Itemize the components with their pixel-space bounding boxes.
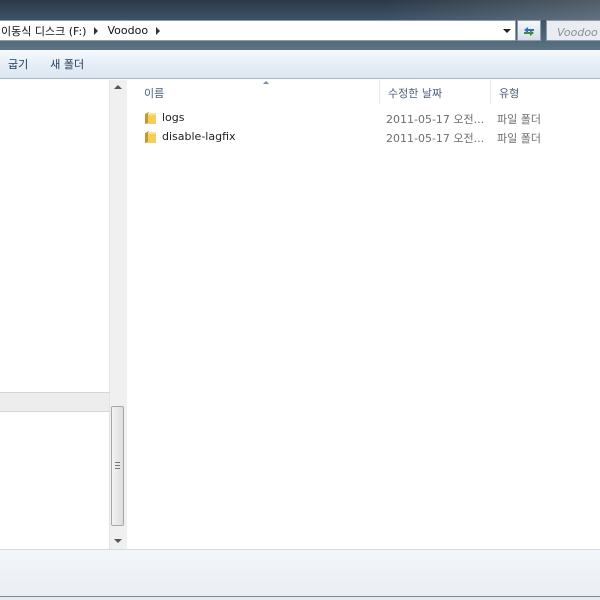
navigation-pane[interactable]: [0, 80, 110, 549]
folder-icon: [145, 131, 156, 143]
scroll-grip-icon: [115, 462, 120, 469]
file-type: 파일 폴더: [497, 113, 541, 126]
sort-ascending-icon: [263, 81, 269, 84]
nav-selected-item[interactable]: [0, 392, 110, 412]
file-list[interactable]: 이름 수정한 날짜 유형 logs 2011-05-17 오전... 파일 폴더…: [127, 80, 600, 549]
scroll-thumb[interactable]: [111, 406, 124, 526]
refresh-icon: [524, 26, 534, 36]
file-date-modified: 2011-05-17 오전...: [386, 132, 485, 145]
window-titlebar: 이동식 디스크 (F:) Voodoo Voodoo 검색: [0, 0, 600, 50]
command-bar: 굽기 새 폴더: [0, 50, 600, 79]
breadcrumb-chevron-icon[interactable]: [156, 26, 161, 35]
burn-button[interactable]: 굽기: [2, 53, 34, 75]
breadcrumb-chevron-icon[interactable]: [94, 26, 99, 35]
details-pane: [0, 549, 600, 600]
column-header-name[interactable]: 이름: [136, 80, 380, 104]
file-date-modified: 2011-05-17 오전...: [386, 113, 485, 126]
address-history-dropdown-icon[interactable]: [499, 21, 515, 40]
file-row-disable-lagfix[interactable]: disable-lagfix 2011-05-17 오전... 파일 폴더: [136, 128, 600, 147]
column-header-name-label: 이름: [144, 87, 165, 100]
file-row-logs[interactable]: logs 2011-05-17 오전... 파일 폴더: [136, 109, 600, 128]
breadcrumb-voodoo[interactable]: Voodoo: [106, 24, 148, 37]
file-type: 파일 폴더: [497, 132, 541, 145]
address-bar[interactable]: 이동식 디스크 (F:) Voodoo: [0, 20, 516, 41]
breadcrumb-removable-disk[interactable]: 이동식 디스크 (F:): [0, 23, 86, 39]
refresh-button[interactable]: [517, 20, 541, 41]
column-header-type[interactable]: 유형: [491, 80, 600, 104]
column-header-date-label: 수정한 날짜: [388, 87, 443, 100]
column-header-date-modified[interactable]: 수정한 날짜: [380, 80, 491, 104]
scroll-down-arrow-icon[interactable]: [114, 539, 122, 543]
search-input[interactable]: Voodoo 검색: [546, 20, 600, 41]
folder-icon: [145, 112, 156, 124]
file-name[interactable]: disable-lagfix: [162, 130, 362, 143]
scroll-up-arrow-icon[interactable]: [114, 85, 122, 89]
navigation-scrollbar[interactable]: [109, 80, 125, 549]
titlebar-glow: [380, 0, 600, 20]
window-bottom-border: [0, 596, 600, 600]
file-name[interactable]: logs: [162, 111, 362, 124]
new-folder-button[interactable]: 새 폴더: [44, 53, 90, 75]
column-header-type-label: 유형: [499, 87, 520, 100]
